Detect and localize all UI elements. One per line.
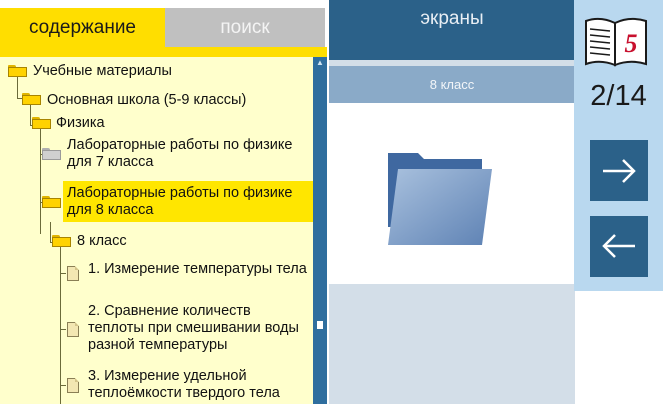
tab-search[interactable]: поиск [165, 8, 325, 47]
screens-title: экраны [329, 0, 575, 60]
screens-subtitle: 8 класс [329, 66, 575, 103]
tree-item-label: 2. Сравнение количеств теплоты при смеши… [88, 303, 299, 353]
arrow-right-icon [603, 159, 636, 183]
tab-contents[interactable]: содержание [0, 8, 165, 47]
folder-closed-icon [42, 148, 61, 160]
navigation-panel: 5 2/14 [574, 0, 663, 291]
scroll-up-icon[interactable]: ▲ [313, 57, 327, 69]
tree-item-label: Лабораторные работы по физике для 7 клас… [67, 137, 293, 170]
document-icon [67, 378, 79, 393]
tree-item-label: Физика [56, 115, 105, 131]
tab-underline [0, 47, 327, 57]
tab-bar: содержание поиск [0, 0, 327, 57]
folder-open-icon [8, 65, 27, 77]
tree-connector [60, 247, 61, 404]
scrollbar-thumb[interactable] [317, 321, 323, 329]
tree-item-label: Учебные материалы [33, 63, 172, 79]
contents-panel: содержание поиск Учебные материалы Основ… [0, 0, 327, 404]
screen-thumbnail[interactable] [329, 103, 575, 284]
tree-view: Учебные материалы Основная школа (5-9 кл… [0, 57, 313, 404]
folder-open-icon [42, 196, 61, 208]
tree-connector [60, 273, 66, 274]
tree-item-label: Лабораторные работы по физике для 8 клас… [67, 185, 293, 218]
previous-button[interactable] [590, 216, 648, 277]
document-icon [67, 266, 79, 281]
tree-item-label: 1. Измерение температуры тела [88, 261, 307, 277]
document-icon [67, 322, 79, 337]
screens-panel: экраны 8 класс [329, 0, 575, 404]
folder-open-icon [32, 117, 51, 129]
tree-item-label: 8 класс [77, 233, 127, 249]
page-indicator: 2/14 [590, 80, 647, 112]
tree-connector [60, 329, 66, 330]
folder-open-icon [52, 235, 71, 247]
tree-connector [40, 129, 41, 234]
tree-item-label: Основная школа (5-9 классы) [47, 92, 247, 108]
tree-connector [17, 74, 18, 98]
book-icon: 5 [585, 17, 647, 67]
tree-connector [30, 104, 31, 125]
book-badge-number: 5 [625, 29, 638, 58]
tree-scrollbar[interactable]: ▲ [313, 57, 327, 404]
folder-open-icon [22, 93, 41, 105]
tree-connector [50, 222, 51, 242]
arrow-left-icon [602, 234, 635, 258]
next-button[interactable] [590, 140, 648, 201]
tree-connector [60, 385, 66, 386]
folder-icon [388, 153, 492, 245]
tree-item-label: 3. Измерение удельной теплоёмкости тверд… [88, 368, 280, 401]
